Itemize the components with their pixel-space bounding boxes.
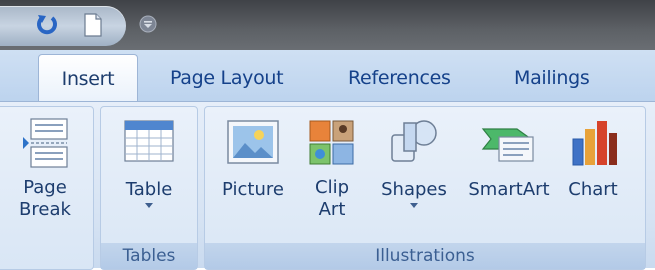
shapes-button[interactable]: Shapes (369, 115, 459, 208)
page-break-button[interactable]: Page Break (5, 115, 85, 221)
smartart-button[interactable]: SmartArt (459, 115, 559, 201)
group-label-tables: Tables (101, 243, 197, 269)
smartart-label: SmartArt (468, 179, 550, 200)
quick-access-toolbar (0, 0, 655, 50)
clip-art-label-line1: Clip (315, 177, 349, 198)
tab-page-layout[interactable]: Page Layout (170, 54, 284, 102)
picture-button[interactable]: Picture (211, 115, 295, 201)
clip-art-label-line2: Art (318, 199, 346, 220)
table-button[interactable]: Table (109, 115, 189, 208)
page-break-label-line1: Page (23, 177, 67, 198)
picture-label: Picture (222, 179, 284, 200)
clip-art-button[interactable]: Clip Art (297, 115, 367, 221)
chart-label: Chart (568, 179, 618, 200)
group-label-illustrations: Illustrations (205, 243, 645, 269)
undo-icon[interactable] (34, 12, 60, 38)
chart-button[interactable]: Chart (557, 115, 629, 201)
tab-references[interactable]: References (348, 54, 451, 102)
ribbon-panel: Page Break Table Tables Picture Clip Art… (0, 101, 655, 270)
group-illustrations: Picture Clip Art Shapes SmartArt Chart I… (204, 106, 646, 270)
picture-icon (227, 120, 279, 164)
tab-insert[interactable]: Insert (38, 54, 138, 103)
table-dropdown-caret (145, 203, 153, 208)
clip-art-icon (309, 120, 354, 165)
new-document-icon[interactable] (80, 12, 106, 38)
table-icon (124, 120, 174, 162)
page-break-icon (23, 118, 68, 168)
page-break-label-line2: Break (19, 199, 71, 220)
quick-access-pill (0, 6, 126, 46)
group-pages: Page Break (0, 106, 94, 270)
customize-dropdown-icon[interactable] (138, 14, 158, 34)
shapes-icon (391, 120, 437, 162)
table-label: Table (125, 179, 173, 200)
chart-icon (572, 121, 617, 166)
group-tables: Table Tables (100, 106, 198, 270)
shapes-label: Shapes (381, 179, 447, 200)
shapes-dropdown-caret (410, 203, 418, 208)
ribbon-tab-strip: Insert Page Layout References Mailings (0, 50, 655, 103)
smartart-icon (481, 128, 534, 162)
tab-mailings[interactable]: Mailings (514, 54, 590, 102)
